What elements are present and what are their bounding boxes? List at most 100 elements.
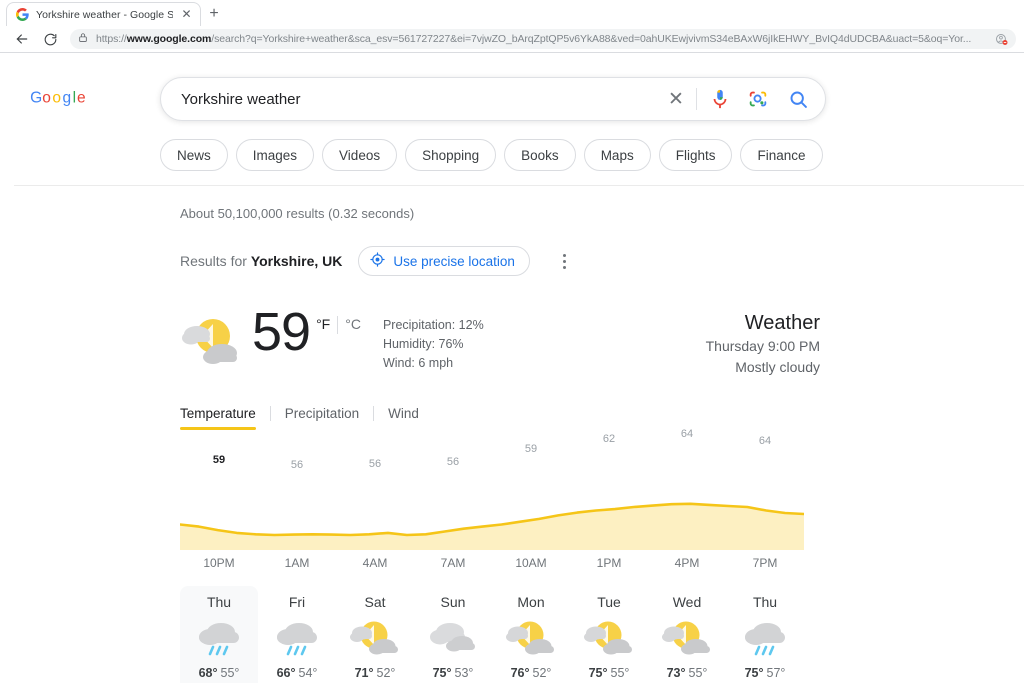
search-input[interactable] xyxy=(181,90,662,108)
result-stats: About 50,100,000 results (0.32 seconds) xyxy=(180,206,415,221)
forecast-day[interactable]: Thu 75° 57° xyxy=(726,586,804,683)
partly-cloudy-icon xyxy=(180,310,244,370)
tab-wind[interactable]: Wind xyxy=(374,406,433,430)
partly-cloudy-icon xyxy=(505,616,557,662)
partly-cloudy-icon xyxy=(661,616,713,662)
forecast-day-name: Tue xyxy=(597,594,621,610)
google-logo[interactable]: G o o g l e xyxy=(30,89,122,122)
forecast-high: 75° xyxy=(588,666,608,680)
chart-value-label: 56 xyxy=(446,455,460,468)
unit-divider xyxy=(337,316,339,334)
forecast-day-temps: 68° 55° xyxy=(199,666,240,680)
google-header: G o o g l e ✕ xyxy=(0,53,1024,186)
new-tab-button[interactable]: + xyxy=(201,2,227,26)
forecast-day-name: Sat xyxy=(364,594,386,610)
forecast-day[interactable]: Sat 71° 52° xyxy=(336,586,414,683)
account-blocked-icon[interactable] xyxy=(995,33,1008,46)
results-for-row: Results for Yorkshire, UK Use precise lo… xyxy=(180,246,1024,276)
rain-icon xyxy=(271,616,323,662)
more-options-icon[interactable] xyxy=(556,249,574,273)
forecast-day-temps: 71° 52° xyxy=(355,666,396,680)
forecast-high: 66° xyxy=(276,666,296,680)
svg-text:o: o xyxy=(52,91,61,106)
browser-tab[interactable]: Yorkshire weather - Google Sear ✕ xyxy=(6,2,201,26)
weather-datetime: Thursday 9:00 PM xyxy=(705,338,820,354)
chip-videos[interactable]: Videos xyxy=(322,139,398,171)
chip-maps[interactable]: Maps xyxy=(583,139,651,171)
search-column: ✕ xyxy=(160,77,1024,171)
lock-icon xyxy=(78,30,88,48)
tab-temperature[interactable]: Temperature xyxy=(180,406,270,430)
svg-text:G: G xyxy=(30,91,42,106)
svg-text:g: g xyxy=(63,91,72,106)
chip-shopping[interactable]: Shopping xyxy=(405,139,497,171)
forecast-day-name: Thu xyxy=(206,594,232,610)
microphone-icon[interactable] xyxy=(707,86,733,112)
forecast-day[interactable]: Thu 68° 55° xyxy=(180,586,258,683)
chart-value-label: 59 xyxy=(524,442,538,455)
daily-forecast: Thu 68° 55° Fri 66° 54° Sat 71° 52° Sun 75° 53° Mon 7… xyxy=(180,586,804,683)
chart-value-label: 62 xyxy=(602,433,616,446)
svg-text:o: o xyxy=(42,91,51,106)
clear-search-icon[interactable]: ✕ xyxy=(662,85,690,113)
back-icon[interactable] xyxy=(8,27,36,51)
forecast-low: 53° xyxy=(454,666,474,680)
temperature-chart[interactable]: 59 56 56 56 59 62 64 64 10PM 1AM 4AM 7AM 10AM 1PM 4PM… xyxy=(180,428,804,578)
browser-tab-title: Yorkshire weather - Google Sear xyxy=(36,8,173,21)
chip-flights[interactable]: Flights xyxy=(658,139,733,171)
rain-icon xyxy=(193,616,245,662)
forecast-day[interactable]: Sun 75° 53° xyxy=(414,586,492,683)
close-icon[interactable]: ✕ xyxy=(180,8,193,21)
google-results-page: G o o g l e ✕ xyxy=(0,53,1024,683)
forecast-day-name: Fri xyxy=(288,594,306,610)
forecast-day[interactable]: Wed 73° 55° xyxy=(648,586,726,683)
use-precise-location-button[interactable]: Use precise location xyxy=(358,246,530,276)
forecast-day-name: Wed xyxy=(672,594,702,610)
chip-books[interactable]: Books xyxy=(504,139,576,171)
svg-text:l: l xyxy=(73,91,76,106)
page-viewport: G o o g l e ✕ xyxy=(0,53,1024,683)
gps-target-icon xyxy=(370,252,386,270)
chip-images[interactable]: Images xyxy=(235,139,315,171)
results-for-label: Results for Yorkshire, UK xyxy=(180,253,342,269)
google-lens-icon[interactable] xyxy=(745,86,771,112)
url-path: /search?q=Yorkshire+weather&sca_esv=5617… xyxy=(211,33,972,45)
reload-icon[interactable] xyxy=(36,27,64,51)
forecast-low: 55° xyxy=(610,666,630,680)
weather-tabs: Temperature Precipitation Wind xyxy=(180,406,820,430)
search-icon[interactable] xyxy=(785,86,811,112)
unit-fahrenheit[interactable]: °F xyxy=(316,316,330,332)
chip-news[interactable]: News xyxy=(160,139,228,171)
forecast-day-temps: 75° 53° xyxy=(433,666,474,680)
forecast-high: 76° xyxy=(510,666,530,680)
forecast-day-temps: 75° 57° xyxy=(745,666,786,680)
browser-chrome: Yorkshire weather - Google Sear ✕ + http… xyxy=(0,0,1024,53)
partly-cloudy-icon xyxy=(349,616,401,662)
forecast-day[interactable]: Tue 75° 55° xyxy=(570,586,648,683)
chart-plot xyxy=(180,502,804,550)
weather-condition: Mostly cloudy xyxy=(735,359,820,375)
search-box[interactable]: ✕ xyxy=(160,77,826,121)
search-divider xyxy=(696,88,697,110)
chart-hour-label: 7PM xyxy=(752,556,778,570)
browser-tabstrip: Yorkshire weather - Google Sear ✕ + xyxy=(0,0,1024,26)
weather-stats: Precipitation: 12% Humidity: 76% Wind: 6… xyxy=(383,316,484,373)
svg-text:e: e xyxy=(77,91,86,106)
weather-current: 59 °F °C Precipitation: 12% Humidity: 76… xyxy=(180,302,484,373)
forecast-day[interactable]: Fri 66° 54° xyxy=(258,586,336,683)
address-bar-url: https://www.google.com/search?q=Yorkshir… xyxy=(96,33,987,45)
unit-celsius[interactable]: °C xyxy=(345,316,361,332)
chip-finance[interactable]: Finance xyxy=(740,139,823,171)
forecast-day-temps: 66° 54° xyxy=(277,666,318,680)
chart-hour-label: 10AM xyxy=(515,556,547,570)
forecast-day[interactable]: Mon 76° 52° xyxy=(492,586,570,683)
results-for-location: Yorkshire, UK xyxy=(250,253,343,269)
unit-toggle[interactable]: °F °C xyxy=(316,316,361,334)
forecast-low: 57° xyxy=(766,666,786,680)
tab-precipitation[interactable]: Precipitation xyxy=(271,406,373,430)
forecast-low: 55° xyxy=(220,666,240,680)
wind-stat: Wind: 6 mph xyxy=(382,356,454,370)
address-bar[interactable]: https://www.google.com/search?q=Yorkshir… xyxy=(70,29,1016,49)
chart-value-label: 56 xyxy=(290,458,304,471)
current-temperature: 59 xyxy=(252,302,311,362)
